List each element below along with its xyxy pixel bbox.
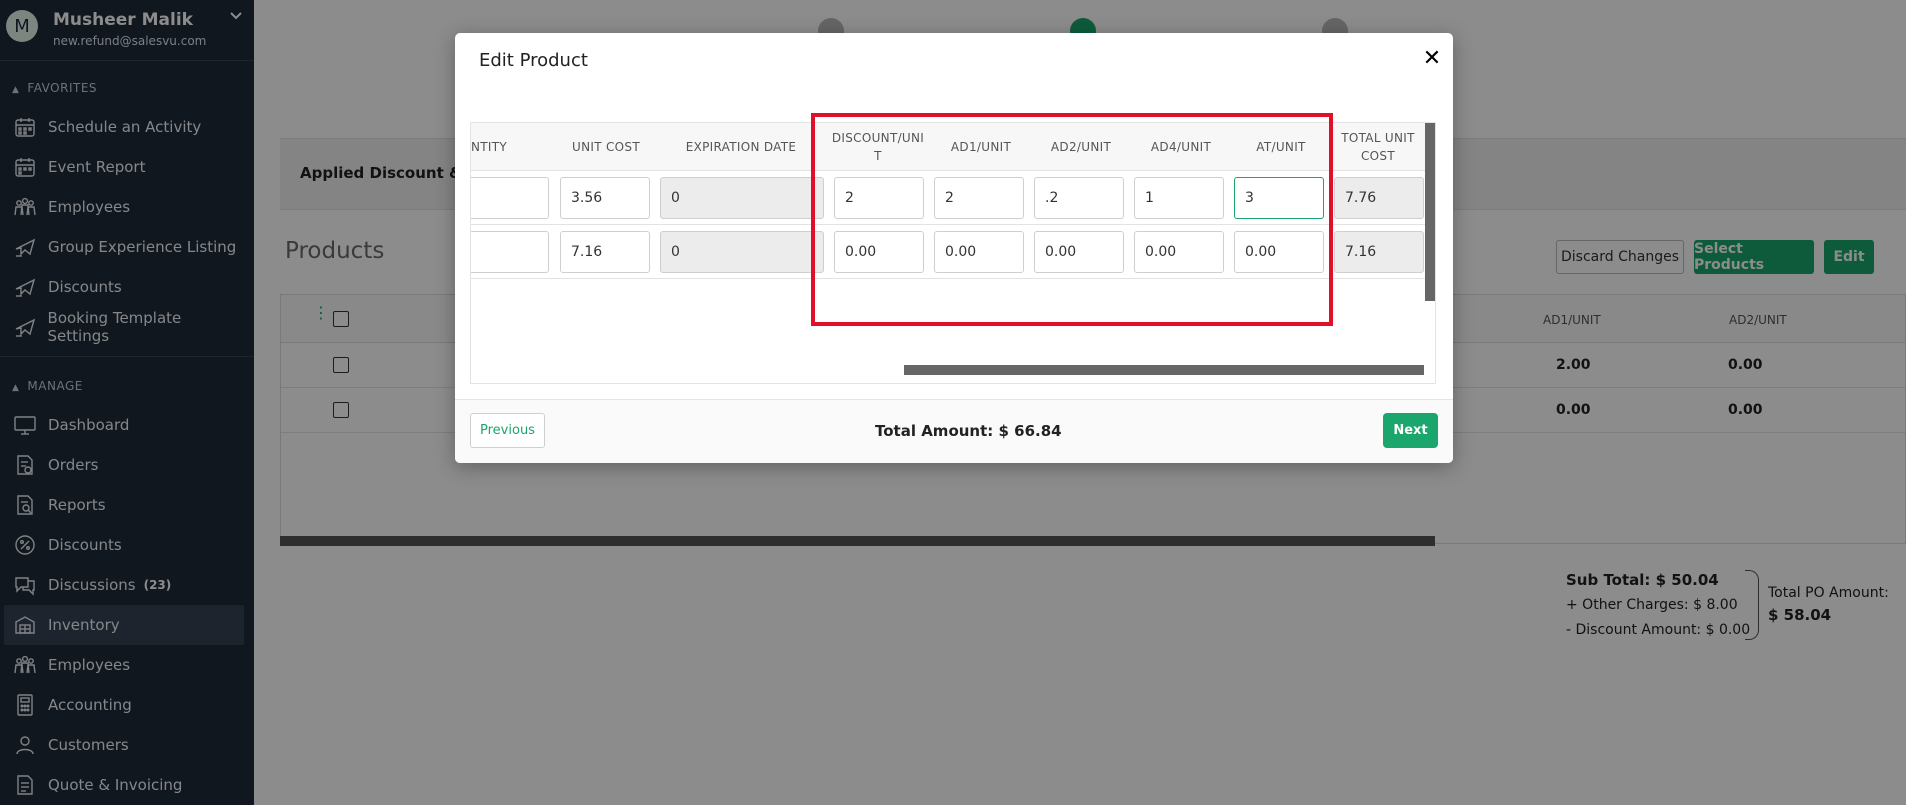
- total-unit-cost-field: 7.16: [1334, 231, 1424, 273]
- modal-title: Edit Product: [479, 50, 588, 71]
- column-header-expiration-date: EXPIRATION DATE: [685, 140, 797, 154]
- unit-cost-input[interactable]: 3.56: [560, 177, 650, 219]
- quantity-input[interactable]: [471, 231, 549, 273]
- vertical-scrollbar[interactable]: [1425, 123, 1435, 301]
- column-header-total-line2: COST: [1361, 149, 1395, 163]
- total-amount: Total Amount: $ 66.84: [875, 422, 1062, 440]
- total-unit-cost-field: 7.76: [1334, 177, 1424, 219]
- expiration-date-input[interactable]: 0: [660, 177, 824, 219]
- expiration-date-input[interactable]: 0: [660, 231, 824, 273]
- quantity-input[interactable]: [471, 177, 549, 219]
- column-header-unit-cost: UNIT COST: [572, 140, 640, 154]
- column-header-total-unit-cost: TOTAL UNIT COST: [1331, 123, 1425, 171]
- horizontal-scrollbar[interactable]: [904, 365, 1424, 375]
- highlight-box: [811, 113, 1333, 326]
- previous-button[interactable]: Previous: [470, 413, 545, 448]
- column-header-quantity: NTITY: [471, 140, 508, 154]
- close-icon[interactable]: ✕: [1421, 48, 1443, 70]
- column-header-total-line1: TOTAL UNIT: [1341, 131, 1415, 145]
- next-button[interactable]: Next: [1383, 413, 1438, 448]
- unit-cost-input[interactable]: 7.16: [560, 231, 650, 273]
